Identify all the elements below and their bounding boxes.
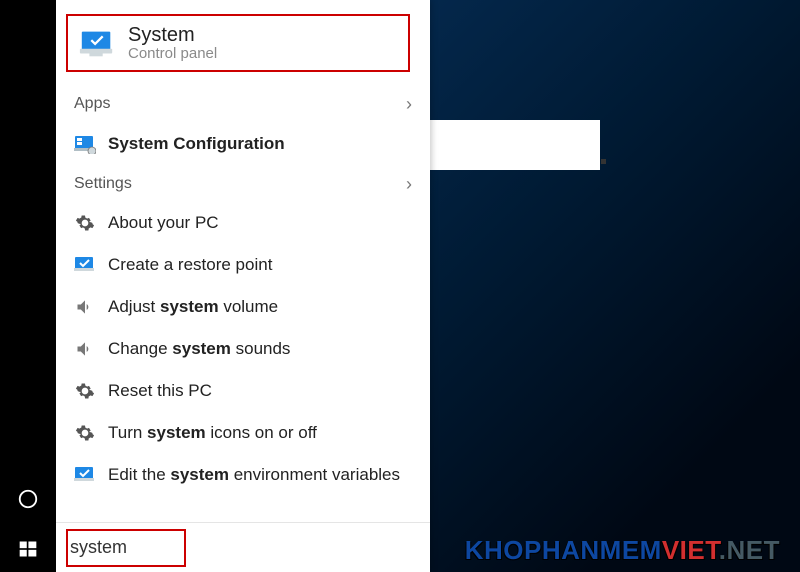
result-reset-pc[interactable]: Reset this PC [74,372,412,410]
result-change-sounds[interactable]: Change system sounds [74,330,412,368]
result-about-pc[interactable]: About your PC [74,204,412,242]
result-label: Create a restore point [108,255,272,275]
section-label: Settings [74,175,132,193]
chevron-right-icon: › [406,174,412,195]
result-label: About your PC [108,213,219,233]
search-box [56,522,430,572]
result-label: Change system sounds [108,339,290,359]
speaker-icon [74,338,96,360]
speaker-icon [74,296,96,318]
best-match-subtitle: Control panel [128,45,217,62]
result-label: Adjust system volume [108,297,278,317]
gear-icon [74,212,96,234]
msconfig-icon [74,133,96,155]
result-env-variables[interactable]: Edit the system environment variables [74,456,412,494]
section-header-apps[interactable]: Apps › [74,88,412,120]
result-label: Reset this PC [108,381,212,401]
taskbar [0,0,56,572]
monitor-check-icon [74,254,96,276]
chevron-right-icon: › [406,94,412,115]
result-adjust-volume[interactable]: Adjust system volume [74,288,412,326]
search-input[interactable] [70,537,416,558]
monitor-check-icon [74,464,96,486]
gear-icon [74,380,96,402]
overlay-patch [430,120,600,170]
desktop: khophanmemviet.net [0,0,800,572]
result-label: Turn system icons on or off [108,423,317,443]
section-header-settings[interactable]: Settings › [74,168,412,200]
best-match-result[interactable]: System Control panel [66,14,410,72]
watermark: khophanmemviet.net [465,535,780,566]
section-label: Apps [74,95,110,113]
result-restore-point[interactable]: Create a restore point [74,246,412,284]
start-button[interactable] [0,526,56,572]
best-match-title: System [128,24,217,47]
result-system-configuration[interactable]: System Configuration [74,125,412,163]
windows-icon [18,539,38,559]
result-label: System Configuration [108,134,285,154]
cortana-button[interactable] [0,476,56,522]
result-system-icons[interactable]: Turn system icons on or off [74,414,412,452]
search-flyout: System Control panel Apps › System Confi… [56,0,430,572]
result-label: Edit the system environment variables [108,465,400,485]
system-icon [76,22,118,64]
cortana-icon [17,488,39,510]
gear-icon [74,422,96,444]
